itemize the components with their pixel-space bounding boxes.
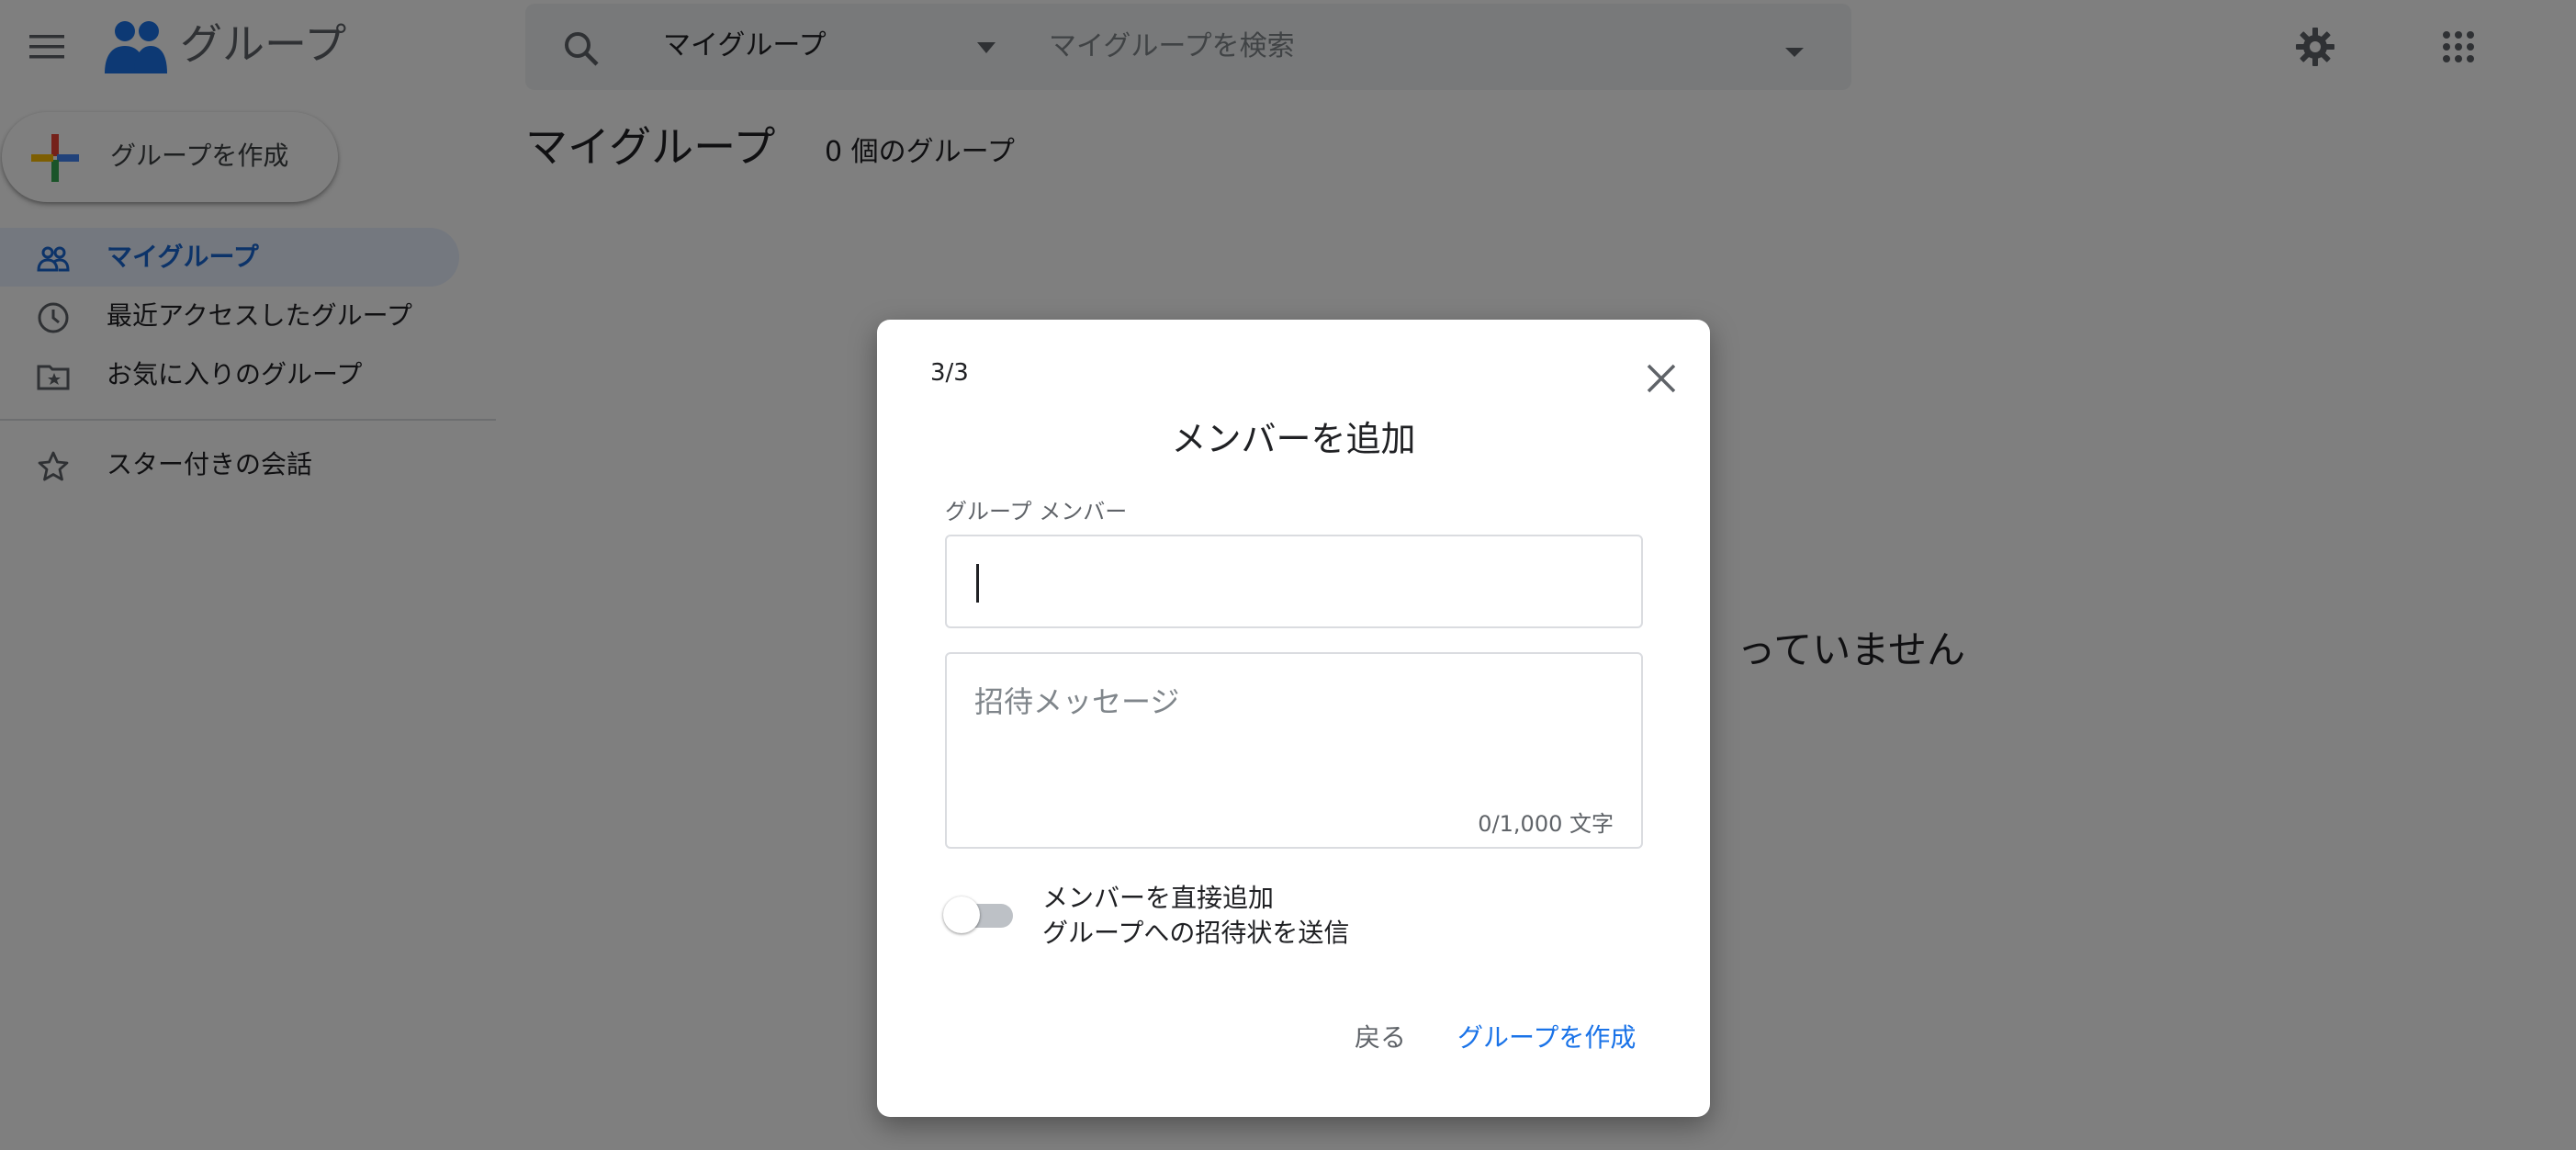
text-cursor: [976, 564, 979, 603]
add-directly-toggle[interactable]: [943, 893, 1017, 937]
invitation-message-textarea[interactable]: 招待メッセージ 0/1,000 文字: [945, 652, 1643, 849]
members-field-label: グループ メンバー: [945, 499, 1128, 524]
toggle-title: メンバーを直接追加: [1042, 883, 1275, 913]
close-dialog-button[interactable]: [1636, 353, 1687, 404]
add-members-dialog: 3/3 メンバーを追加 グループ メンバー 招待メッセージ 0/1,000 文字…: [877, 320, 1710, 1117]
members-input[interactable]: [945, 535, 1643, 628]
close-icon: [1647, 364, 1676, 393]
dialog-title: メンバーを追加: [1171, 419, 1416, 459]
back-button[interactable]: 戻る: [1344, 1014, 1417, 1062]
character-counter: 0/1,000 文字: [1478, 811, 1614, 837]
create-group-submit-button[interactable]: グループを作成: [1446, 1014, 1647, 1062]
toggle-subtitle: グループへの招待状を送信: [1042, 918, 1350, 948]
toggle-knob: [943, 896, 980, 933]
step-indicator: 3/3: [930, 359, 969, 387]
message-placeholder: 招待メッセージ: [974, 684, 1180, 719]
